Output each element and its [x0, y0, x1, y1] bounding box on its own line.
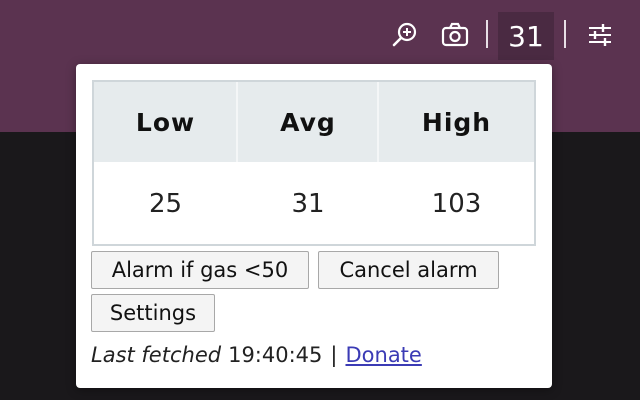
donate-link[interactable]: Donate [345, 343, 421, 367]
value-low: 25 [148, 189, 183, 219]
alarm-button[interactable]: Alarm if gas <50 [91, 251, 309, 289]
last-fetched-time: 19:40:45 [228, 343, 323, 367]
gas-price-badge[interactable]: 31 [498, 12, 554, 60]
settings-button[interactable]: Settings [91, 294, 215, 332]
footer: Last fetched 19:40:45 | Donate [91, 340, 422, 370]
gas-popup: Low Avg High 25 31 103 Alarm if gas <50 … [76, 64, 552, 388]
last-fetched-label: Last fetched [91, 343, 222, 367]
value-high: 103 [431, 189, 482, 219]
gas-price-table: Low Avg High 25 31 103 [92, 80, 536, 246]
camera-icon[interactable] [440, 18, 470, 52]
toolbar-separator [486, 20, 488, 48]
sliders-icon[interactable] [585, 18, 615, 52]
table-header-row: Low Avg High [94, 82, 534, 162]
value-avg: 31 [291, 189, 325, 219]
footer-separator: | [330, 343, 338, 367]
header-high: High [421, 107, 492, 137]
header-low: Low [135, 107, 196, 137]
toolbar-separator [564, 20, 566, 48]
header-avg: Avg [280, 107, 336, 137]
zoom-in-icon[interactable] [390, 18, 420, 52]
cancel-alarm-button[interactable]: Cancel alarm [318, 251, 499, 289]
